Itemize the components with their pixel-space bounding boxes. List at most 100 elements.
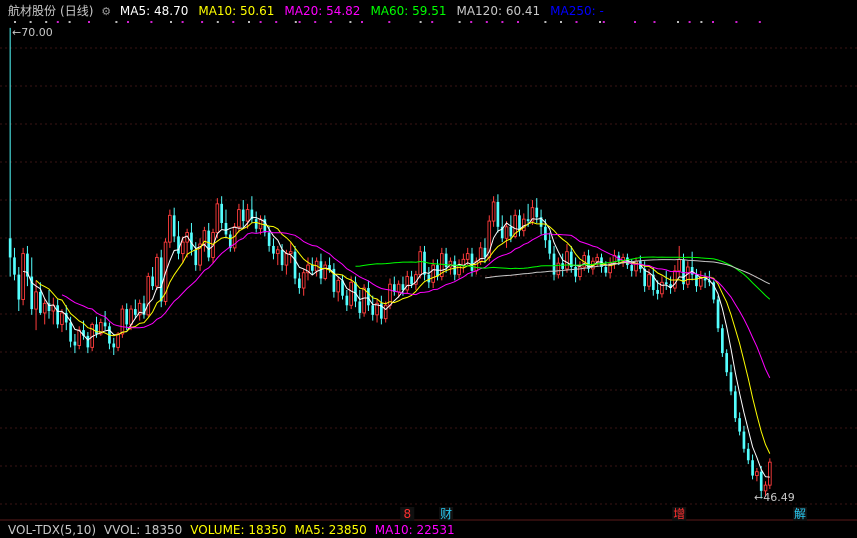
candle-body: [703, 278, 707, 281]
price-chart[interactable]: ←70.00 ←46.49 8 财 增 解: [0, 0, 857, 535]
candle-body: [522, 218, 526, 232]
candle-body: [354, 282, 357, 302]
candle-body: [245, 209, 250, 222]
signal-dot: [45, 21, 48, 23]
candle-body: [272, 245, 275, 254]
candle-body: [267, 232, 271, 246]
candle-body: [241, 209, 245, 222]
signal-dot: [575, 21, 578, 23]
signal-dot: [544, 21, 547, 23]
candle-body: [73, 341, 77, 346]
candle-body: [410, 276, 413, 285]
candle-body: [8, 238, 12, 258]
signal-dot: [735, 21, 738, 23]
candle-body: [698, 278, 703, 287]
candle-body: [17, 274, 21, 300]
candle-body: [39, 291, 42, 313]
signal-dot: [181, 21, 184, 23]
candle-body: [323, 264, 328, 279]
candle-body: [86, 335, 90, 348]
candle-body: [461, 258, 466, 266]
candle-body: [172, 215, 176, 237]
candle-body: [103, 322, 107, 327]
candle-body: [13, 257, 16, 275]
candle-body: [112, 343, 116, 348]
candle-body: [301, 272, 306, 289]
signal-dot: [88, 21, 90, 23]
signal-dot: [259, 21, 262, 23]
candle-body: [738, 418, 741, 432]
signal-dot: [275, 21, 278, 23]
signal-dot: [29, 21, 32, 23]
signal-dot: [329, 21, 332, 23]
candle-body: [457, 264, 461, 276]
signal-dot: [248, 21, 250, 23]
candle-body: [496, 201, 500, 227]
signal-dot: [485, 21, 488, 23]
candle-body: [280, 249, 284, 266]
candle-body: [336, 279, 340, 293]
candle-body: [465, 253, 470, 260]
candle-body: [630, 265, 634, 271]
signal-dot: [700, 21, 703, 23]
candle-body: [643, 268, 647, 287]
candle-body: [725, 353, 729, 373]
candle-body: [504, 226, 509, 239]
signal-dot: [758, 21, 761, 23]
candle-body: [383, 304, 388, 320]
signal-dot: [501, 21, 504, 23]
candle-body: [116, 333, 120, 348]
candle-body: [405, 276, 410, 291]
signal-dot: [677, 21, 679, 23]
signal-dot: [314, 21, 317, 23]
signal-dot: [298, 21, 301, 23]
candle-body: [716, 299, 720, 329]
signal-dot: [388, 21, 391, 23]
signal-dot: [216, 21, 219, 23]
signal-dot: [68, 21, 71, 23]
signal-dot: [517, 21, 519, 23]
candle-body: [207, 230, 211, 258]
candle-body: [595, 256, 599, 262]
signal-dot: [294, 21, 297, 23]
candle-body: [168, 214, 172, 243]
candle-body: [21, 253, 25, 300]
candle-body: [129, 308, 133, 325]
signal-dot: [560, 21, 562, 23]
candle-body: [298, 278, 301, 289]
signal-dot: [688, 21, 691, 23]
candle-body: [349, 281, 353, 306]
signal-dot: [232, 21, 235, 23]
candle-body: [284, 253, 289, 266]
candle-body: [673, 270, 677, 289]
signal-dot: [431, 21, 434, 23]
signal-dot: [201, 21, 204, 23]
candle-body: [275, 249, 280, 255]
event-marker: 增: [673, 507, 685, 521]
candle-body: [396, 283, 401, 293]
signal-dot: [458, 21, 461, 23]
candle-body: [60, 312, 64, 325]
candle-body: [159, 257, 163, 302]
candle-body: [151, 276, 154, 287]
signal-dot: [599, 21, 601, 23]
signal-dot: [14, 21, 16, 23]
candle-body: [288, 251, 293, 255]
signal-dot: [470, 21, 473, 23]
candle-body: [177, 236, 180, 254]
candle-body: [759, 471, 763, 491]
candle-body: [224, 222, 228, 235]
candle-body: [751, 460, 754, 476]
candle-body: [120, 308, 125, 335]
candle-body: [155, 256, 159, 287]
candle-body: [367, 288, 370, 306]
candle-body: [34, 291, 38, 310]
candle-body: [194, 249, 198, 266]
candle-body: [345, 295, 349, 306]
volume-indicator-bar: VOL-TDX(5,10) VVOL: 18350 VOLUME: 18350 MA…: [0, 522, 857, 538]
candle-body: [526, 219, 530, 222]
candle-body: [431, 264, 435, 283]
candle-body: [69, 322, 72, 342]
candle-body: [491, 201, 496, 222]
candle-body: [660, 281, 664, 295]
